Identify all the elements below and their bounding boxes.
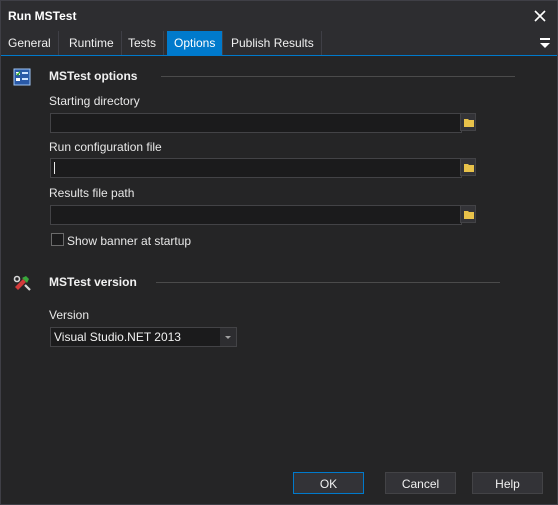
close-icon [534, 10, 546, 22]
version-label: Version [49, 308, 90, 322]
folder-icon [464, 211, 474, 219]
help-button[interactable]: Help [472, 472, 543, 494]
version-select-arrow[interactable] [220, 328, 236, 346]
run-mstest-dialog: Run MSTest General Runtime Tests Options… [0, 0, 558, 505]
tab-options[interactable]: Options [167, 31, 224, 55]
dropdown-menu-icon [540, 38, 550, 48]
tab-bar: General Runtime Tests Options Publish Re… [1, 31, 557, 56]
version-select[interactable]: Visual Studio.NET 2013 [50, 327, 237, 347]
show-banner-label[interactable]: Show banner at startup [67, 234, 191, 248]
section-divider [161, 76, 515, 77]
run-config-file-field[interactable] [50, 158, 462, 178]
close-button[interactable] [531, 7, 549, 25]
options-section-header: MSTest options [49, 69, 138, 83]
version-select-value: Visual Studio.NET 2013 [54, 330, 181, 344]
tab-runtime[interactable]: Runtime [62, 31, 122, 55]
title-bar: Run MSTest [1, 1, 557, 31]
tab-tests[interactable]: Tests [121, 31, 165, 55]
folder-icon [464, 164, 474, 172]
section-divider [156, 282, 500, 283]
tab-publish-results[interactable]: Publish Results [224, 31, 322, 55]
run-config-file-input[interactable] [51, 159, 461, 177]
checklist-icon [13, 68, 31, 86]
starting-directory-field[interactable] [50, 113, 462, 133]
show-banner-checkbox[interactable] [51, 233, 64, 246]
run-config-file-label: Run configuration file [49, 140, 162, 154]
ok-button[interactable]: OK [293, 472, 364, 494]
text-cursor [54, 162, 55, 174]
results-file-path-browse-button[interactable] [460, 205, 476, 223]
starting-directory-input[interactable] [51, 114, 461, 132]
version-section-header: MSTest version [49, 275, 137, 289]
tools-icon [13, 275, 31, 291]
cancel-button[interactable]: Cancel [385, 472, 456, 494]
run-config-file-browse-button[interactable] [460, 158, 476, 176]
folder-icon [464, 119, 474, 127]
tab-general[interactable]: General [1, 31, 59, 55]
starting-directory-browse-button[interactable] [460, 113, 476, 131]
chevron-down-icon [225, 336, 231, 339]
starting-directory-label: Starting directory [49, 94, 140, 108]
tab-menu-button[interactable] [539, 36, 551, 50]
results-file-path-input[interactable] [51, 206, 461, 224]
window-title: Run MSTest [8, 9, 77, 23]
results-file-path-label: Results file path [49, 186, 135, 200]
results-file-path-field[interactable] [50, 205, 462, 225]
